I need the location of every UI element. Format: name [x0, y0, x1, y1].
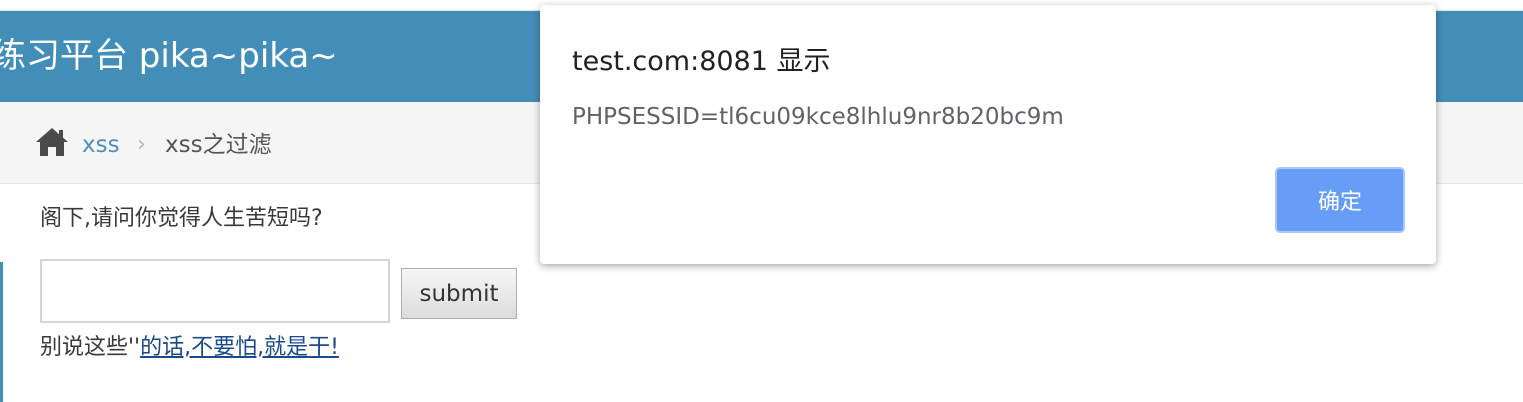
sidebar-edge [0, 262, 3, 402]
message-input[interactable] [40, 259, 390, 323]
answer-prefix: 别说这些'' [40, 335, 141, 360]
brand-title: 练习平台 pika~pika~ [0, 36, 338, 76]
answer-text: 别说这些''的话,不要怕,就是干! [40, 333, 339, 363]
question-text: 阁下,请问你觉得人生苦短吗? [40, 206, 323, 231]
home-icon[interactable] [34, 126, 70, 158]
answer-link[interactable]: 的话,不要怕,就是干! [140, 335, 339, 360]
alert-dialog: test.com:8081 显示 PHPSESSID=tl6cu09kce8lh… [540, 5, 1436, 264]
chevron-right-icon: › [137, 132, 146, 157]
dialog-title: test.com:8081 显示 [572, 46, 831, 77]
dialog-message: PHPSESSID=tl6cu09kce8lhlu9nr8b20bc9m [572, 104, 1064, 130]
ok-button[interactable]: 确定 [1275, 167, 1405, 233]
breadcrumb-current: xss之过滤 [165, 132, 272, 158]
submit-button[interactable]: submit [401, 268, 517, 319]
breadcrumb-link-xss[interactable]: xss [82, 130, 120, 160]
